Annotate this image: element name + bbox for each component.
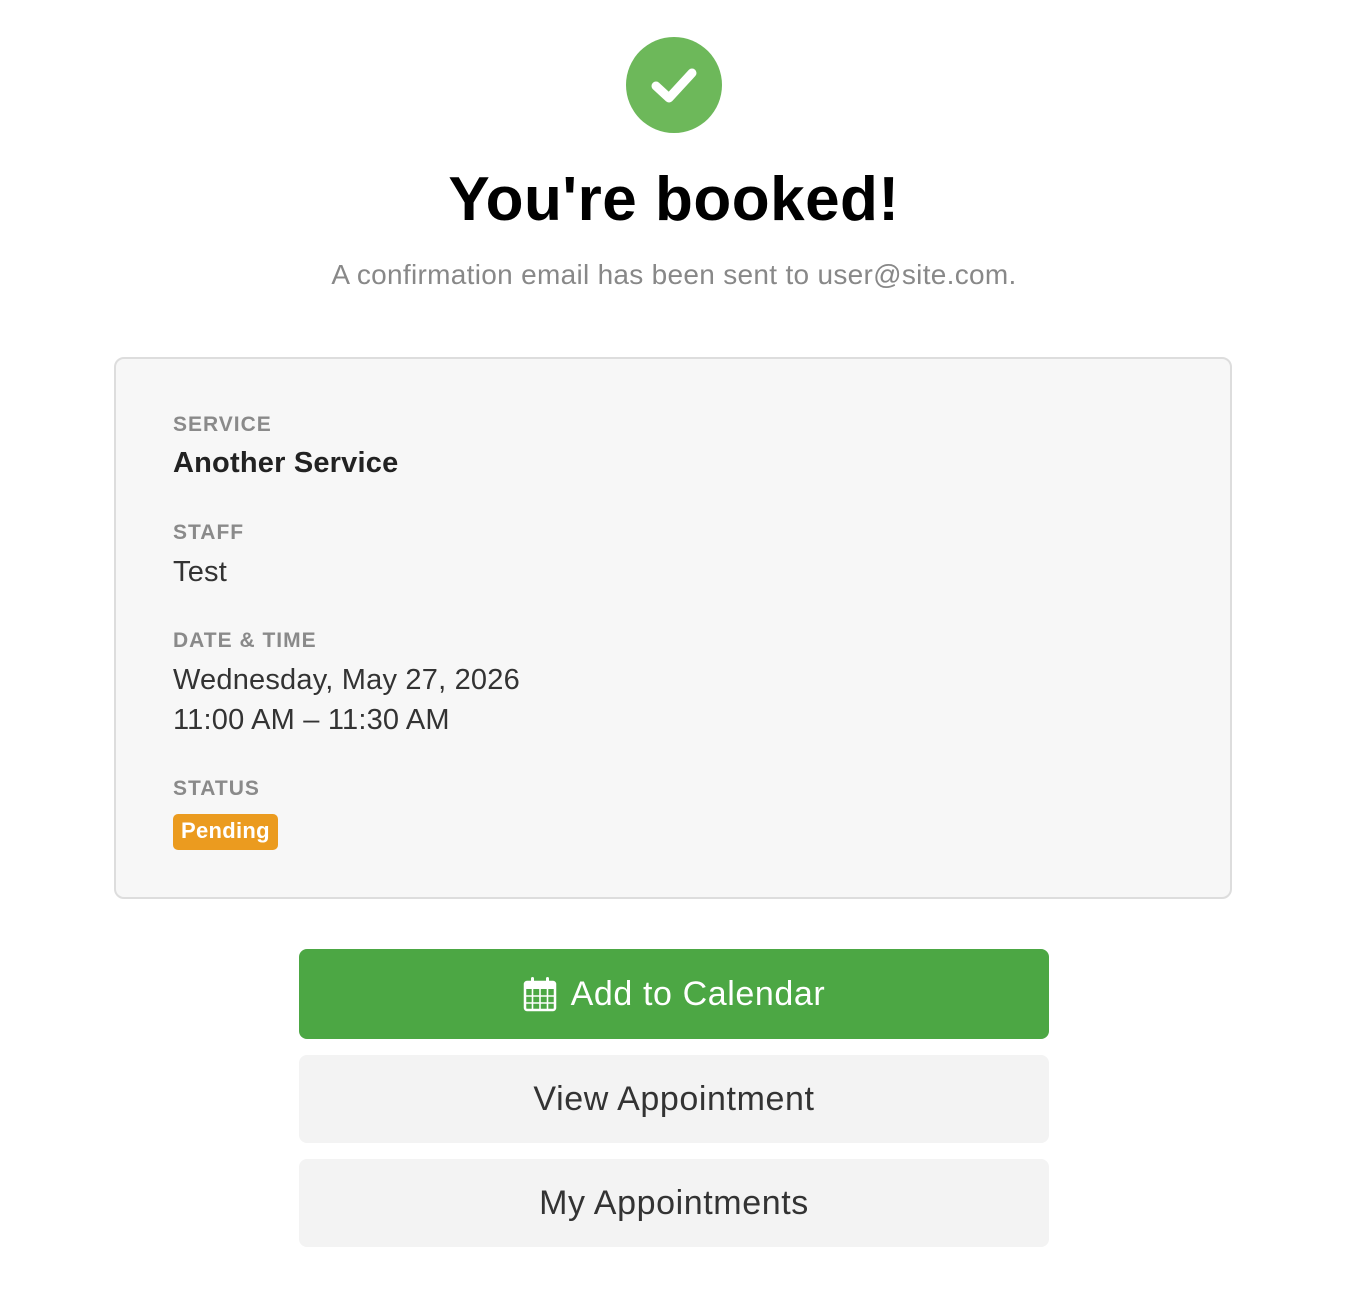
view-appointment-button[interactable]: View Appointment bbox=[299, 1055, 1049, 1143]
my-appointments-label: My Appointments bbox=[539, 1183, 809, 1222]
add-to-calendar-button[interactable]: Add to Calendar bbox=[299, 949, 1049, 1039]
calendar-icon bbox=[523, 976, 557, 1012]
booking-details-card: SERVICE Another Service STAFF Test DATE … bbox=[114, 357, 1232, 899]
date-value: Wednesday, May 27, 2026 bbox=[173, 664, 520, 696]
status-badge: Pending bbox=[173, 814, 278, 850]
datetime-label: DATE & TIME bbox=[173, 629, 317, 652]
service-label: SERVICE bbox=[173, 413, 272, 436]
my-appointments-button[interactable]: My Appointments bbox=[299, 1159, 1049, 1247]
service-value: Another Service bbox=[173, 447, 399, 479]
page-title: You're booked! bbox=[448, 165, 900, 234]
add-to-calendar-label: Add to Calendar bbox=[570, 974, 826, 1013]
checkmark-icon bbox=[651, 68, 697, 103]
view-appointment-label: View Appointment bbox=[533, 1079, 815, 1118]
check-circle-icon bbox=[626, 37, 722, 133]
time-value: 11:00 AM – 11:30 AM bbox=[173, 704, 450, 736]
staff-label: STAFF bbox=[173, 521, 245, 544]
status-label: STATUS bbox=[173, 777, 260, 800]
confirmation-message: A confirmation email has been sent to us… bbox=[331, 259, 1017, 290]
staff-value: Test bbox=[173, 556, 227, 588]
